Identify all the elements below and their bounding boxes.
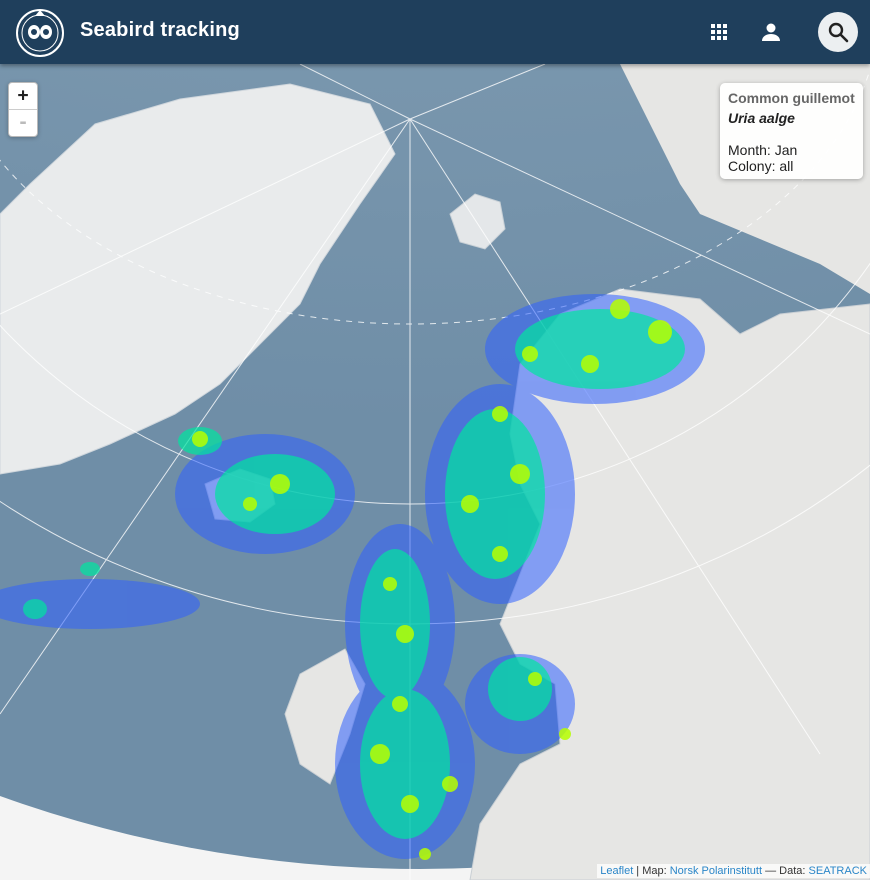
- leaflet-link[interactable]: Leaflet: [600, 865, 633, 877]
- attribution-separator-map: | Map:: [633, 865, 670, 877]
- species-common-name: Common guillemot: [728, 90, 855, 106]
- apps-button[interactable]: [699, 12, 739, 52]
- search-button[interactable]: [818, 12, 858, 52]
- month-label: Month: Jan: [728, 142, 798, 158]
- zoom-control: + -: [8, 82, 38, 137]
- colony-label: Colony: all: [728, 158, 794, 174]
- data-source-link[interactable]: SEATRACK: [809, 865, 867, 877]
- map-canvas[interactable]: [0, 64, 870, 880]
- account-button[interactable]: [751, 12, 791, 52]
- zoom-out-button[interactable]: -: [9, 109, 37, 136]
- norsk-polarinstitutt-logo[interactable]: [14, 5, 66, 57]
- attribution-separator-data: — Data:: [762, 865, 809, 877]
- person-icon: [762, 23, 780, 41]
- species-info-panel: Common guillemot Uria aalge Month: Jan C…: [720, 83, 863, 179]
- search-icon: [828, 22, 849, 43]
- apps-grid-icon: [711, 24, 727, 40]
- app-title: Seabird tracking: [80, 19, 240, 41]
- app-bar: Seabird tracking: [0, 0, 870, 64]
- map-attribution: Leaflet | Map: Norsk Polarinstitutt — Da…: [597, 864, 870, 878]
- species-latin-name: Uria aalge: [728, 110, 795, 126]
- map-source-link[interactable]: Norsk Polarinstitutt: [670, 865, 762, 877]
- map-view[interactable]: + - Common guillemot Uria aalge Month: J…: [0, 64, 870, 880]
- zoom-in-button[interactable]: +: [9, 83, 37, 109]
